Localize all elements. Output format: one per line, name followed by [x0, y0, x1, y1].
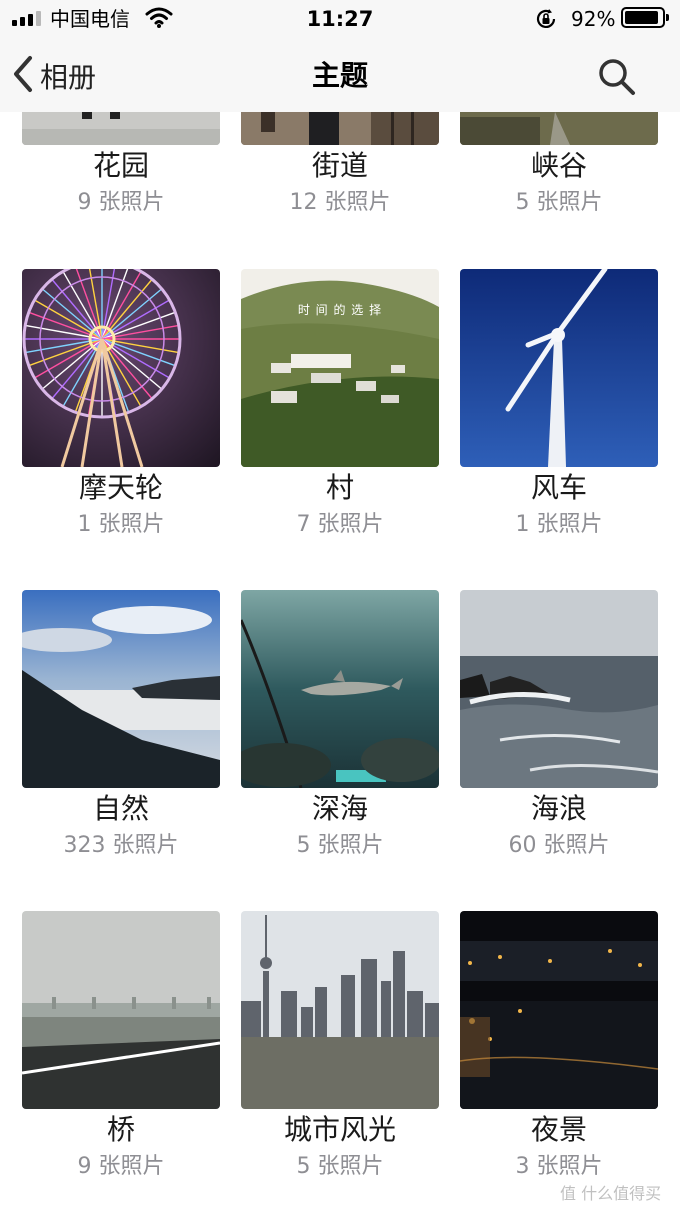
album-count: 9 张照片 [77, 190, 165, 215]
status-bar: 中国电信 11:27 92% [0, 0, 680, 40]
album-count: 5 张照片 [515, 190, 603, 215]
album-count: 9 张照片 [77, 1154, 165, 1179]
album-count: 60 张照片 [508, 833, 610, 858]
battery-icon [621, 7, 669, 28]
album-thumbnail: 时 间 的 选 择 [241, 269, 439, 467]
search-icon [596, 59, 638, 102]
navigation-bar: 相册 主题 [0, 40, 680, 112]
album-title: 花园 [92, 149, 149, 182]
album-thumbnail [460, 112, 658, 145]
album-thumbnail [241, 590, 439, 788]
rotation-lock-icon [534, 7, 558, 35]
album-thumbnail [22, 911, 220, 1109]
album-thumbnail [22, 112, 220, 145]
album-title: 夜景 [530, 1113, 587, 1146]
album-title: 桥 [106, 1113, 135, 1146]
album-title: 村 [325, 471, 354, 504]
album-title: 峡谷 [530, 149, 587, 182]
album-title: 街道 [311, 149, 368, 182]
album-title: 海浪 [530, 792, 587, 825]
search-button[interactable] [596, 56, 638, 98]
album-title: 风车 [530, 471, 587, 504]
album-thumbnail [241, 112, 439, 145]
album-count: 1 张照片 [77, 512, 165, 537]
thumbnail-caption: 时 间 的 选 择 [297, 303, 383, 317]
watermark: 值 什么值得买 [560, 1184, 662, 1203]
album-count: 7 张照片 [296, 512, 384, 537]
album-title: 城市风光 [283, 1113, 396, 1146]
page-title: 主题 [311, 59, 368, 92]
album-thumbnail [460, 911, 658, 1109]
album-count: 3 张照片 [515, 1154, 603, 1179]
album-count: 12 张照片 [289, 190, 391, 215]
album-title: 深海 [311, 792, 368, 825]
album-grid: 花园 9 张照片 街道 12 张照片 峡谷 5 张照片 摩天轮 1 张照片 时 … [0, 112, 680, 1209]
battery-percent: 92% [571, 7, 616, 31]
album-count: 323 张照片 [63, 833, 179, 858]
album-title: 自然 [92, 792, 149, 825]
album-thumbnail [22, 269, 220, 467]
album-count: 5 张照片 [296, 833, 384, 858]
album-thumbnail [241, 911, 439, 1109]
album-count: 1 张照片 [515, 512, 603, 537]
album-thumbnail [22, 590, 220, 788]
album-title: 摩天轮 [78, 471, 163, 504]
album-thumbnail [460, 269, 658, 467]
album-count: 5 张照片 [296, 1154, 384, 1179]
album-thumbnail [460, 590, 658, 788]
